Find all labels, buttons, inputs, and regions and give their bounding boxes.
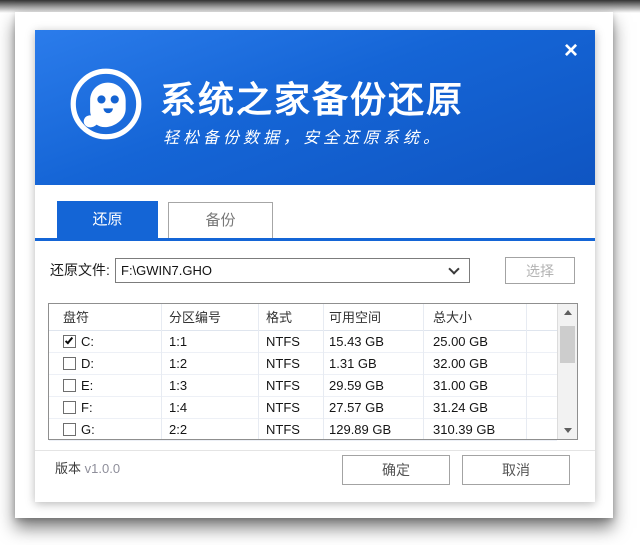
table-scrollbar[interactable]	[557, 304, 577, 439]
select-button[interactable]: 选择	[505, 257, 575, 284]
col-header-free-space: 可用空间	[329, 304, 381, 331]
cell-format: NTFS	[266, 375, 300, 397]
cell-total-size: 310.39 GB	[433, 419, 495, 441]
footer-divider	[35, 450, 595, 451]
restore-file-label: 还原文件:	[50, 258, 110, 283]
row-checkbox[interactable]	[63, 401, 76, 414]
cell-format: NTFS	[266, 397, 300, 419]
app-header: × 系统之家备份还原 轻松备份数据，安全还原系统。	[35, 30, 595, 185]
scrollbar-thumb[interactable]	[560, 326, 575, 363]
chevron-down-icon[interactable]	[448, 263, 459, 274]
cell-partition: 1:3	[169, 375, 187, 397]
check-icon	[65, 336, 73, 345]
col-header-format: 格式	[266, 304, 292, 331]
table-row[interactable]: F: 1:4 NTFS 27.57 GB 31.24 GB	[49, 397, 557, 419]
scroll-down-button[interactable]	[558, 422, 577, 439]
version-number: v1.0.0	[85, 461, 120, 476]
cell-partition: 1:2	[169, 353, 187, 375]
restore-file-value: F:\GWIN7.GHO	[121, 259, 212, 282]
cancel-button[interactable]: 取消	[462, 455, 570, 485]
row-checkbox[interactable]	[63, 335, 76, 348]
arrow-up-icon	[564, 310, 572, 315]
close-icon[interactable]: ×	[557, 38, 585, 66]
table-body: C: 1:1 NTFS 15.43 GB 25.00 GB D: 1:2 NTF…	[49, 331, 557, 441]
cell-drive: C:	[81, 331, 94, 353]
version-text: 版本 v1.0.0	[55, 458, 120, 477]
cell-drive: F:	[81, 397, 93, 419]
scroll-up-button[interactable]	[558, 304, 577, 321]
row-checkbox[interactable]	[63, 357, 76, 370]
cell-free-space: 15.43 GB	[329, 331, 384, 353]
cell-total-size: 31.00 GB	[433, 375, 488, 397]
col-header-partition: 分区编号	[169, 304, 221, 331]
cell-total-size: 31.24 GB	[433, 397, 488, 419]
arrow-down-icon	[564, 428, 572, 433]
cell-drive: G:	[81, 419, 95, 441]
partition-table: 盘符 分区编号 格式 可用空间 总大小 C: 1:1 NTFS 15.43 GB…	[48, 303, 578, 440]
table-row[interactable]: D: 1:2 NTFS 1.31 GB 32.00 GB	[49, 353, 557, 375]
page-sheet: × 系统之家备份还原 轻松备份数据，安全还原系统。 还原 备份 还原文件:	[15, 12, 613, 518]
table-row[interactable]: C: 1:1 NTFS 15.43 GB 25.00 GB	[49, 331, 557, 353]
app-title: 系统之家备份还原	[160, 71, 464, 123]
cell-format: NTFS	[266, 353, 300, 375]
column-divider	[526, 304, 527, 439]
column-divider	[258, 304, 259, 439]
cell-drive: D:	[81, 353, 94, 375]
cell-partition: 2:2	[169, 419, 187, 441]
row-checkbox[interactable]	[63, 379, 76, 392]
restore-file-combobox[interactable]: F:\GWIN7.GHO	[115, 258, 470, 283]
screenshot-canvas: × 系统之家备份还原 轻松备份数据，安全还原系统。 还原 备份 还原文件:	[0, 0, 640, 545]
tab-underline	[35, 238, 595, 241]
column-divider	[423, 304, 424, 439]
row-checkbox[interactable]	[63, 423, 76, 436]
app-window: × 系统之家备份还原 轻松备份数据，安全还原系统。 还原 备份 还原文件:	[35, 30, 595, 502]
column-divider	[323, 304, 324, 439]
table-header: 盘符 分区编号 格式 可用空间 总大小	[49, 304, 557, 331]
cell-drive: E:	[81, 375, 93, 397]
column-divider	[161, 304, 162, 439]
cell-format: NTFS	[266, 419, 300, 441]
tab-restore[interactable]: 还原	[57, 201, 158, 238]
cell-total-size: 25.00 GB	[433, 331, 488, 353]
ok-button[interactable]: 确定	[342, 455, 450, 485]
cell-partition: 1:4	[169, 397, 187, 419]
table-row[interactable]: G: 2:2 NTFS 129.89 GB 310.39 GB	[49, 419, 557, 441]
col-header-total-size: 总大小	[433, 304, 472, 331]
cell-total-size: 32.00 GB	[433, 353, 488, 375]
cell-partition: 1:1	[169, 331, 187, 353]
col-header-drive: 盘符	[63, 304, 89, 331]
cell-free-space: 1.31 GB	[329, 353, 377, 375]
cell-free-space: 29.59 GB	[329, 375, 384, 397]
cell-free-space: 129.89 GB	[329, 419, 391, 441]
cell-format: NTFS	[266, 331, 300, 353]
tab-backup[interactable]: 备份	[168, 202, 273, 239]
table-row[interactable]: E: 1:3 NTFS 29.59 GB 31.00 GB	[49, 375, 557, 397]
app-subtitle: 轻松备份数据，安全还原系统。	[163, 124, 443, 148]
cell-free-space: 27.57 GB	[329, 397, 384, 419]
version-label: 版本	[55, 461, 81, 476]
ghost-logo-icon	[68, 66, 144, 142]
